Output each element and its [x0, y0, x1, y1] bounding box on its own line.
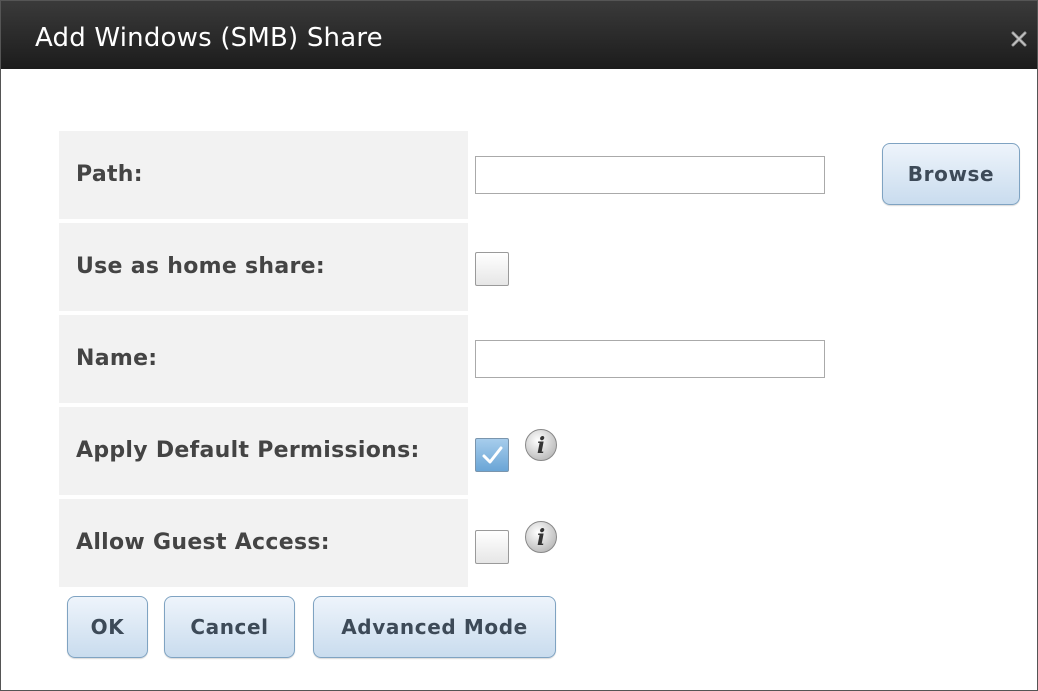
guest-access-checkbox[interactable] — [475, 530, 509, 564]
home-share-checkbox[interactable] — [475, 252, 509, 286]
add-smb-share-dialog: Add Windows (SMB) Share Path: Browse Use… — [0, 0, 1038, 691]
path-label-cell: Path: — [59, 131, 468, 219]
default-permissions-label: Apply Default Permissions: — [76, 438, 420, 463]
home-share-label: Use as home share: — [76, 254, 325, 279]
svg-text:i: i — [537, 433, 545, 459]
cancel-button[interactable]: Cancel — [164, 596, 295, 658]
svg-text:i: i — [537, 525, 545, 551]
checkmark-icon — [482, 446, 503, 464]
guest-access-label: Allow Guest Access: — [76, 530, 330, 555]
ok-button[interactable]: OK — [67, 596, 148, 658]
info-icon[interactable]: i — [524, 428, 558, 462]
dialog-title: Add Windows (SMB) Share — [35, 23, 383, 53]
browse-button[interactable]: Browse — [882, 143, 1020, 205]
name-label-cell: Name: — [59, 315, 468, 403]
advanced-mode-button[interactable]: Advanced Mode — [313, 596, 556, 658]
info-icon[interactable]: i — [524, 520, 558, 554]
guest-access-label-cell: Allow Guest Access: — [59, 499, 468, 587]
name-input[interactable] — [475, 340, 825, 378]
default-permissions-checkbox[interactable] — [475, 438, 509, 472]
path-input[interactable] — [475, 156, 825, 194]
default-permissions-label-cell: Apply Default Permissions: — [59, 407, 468, 495]
close-icon[interactable] — [1011, 31, 1027, 47]
dialog-titlebar: Add Windows (SMB) Share — [1, 1, 1037, 69]
name-label: Name: — [76, 346, 158, 371]
path-label: Path: — [76, 162, 143, 187]
home-share-label-cell: Use as home share: — [59, 223, 468, 311]
